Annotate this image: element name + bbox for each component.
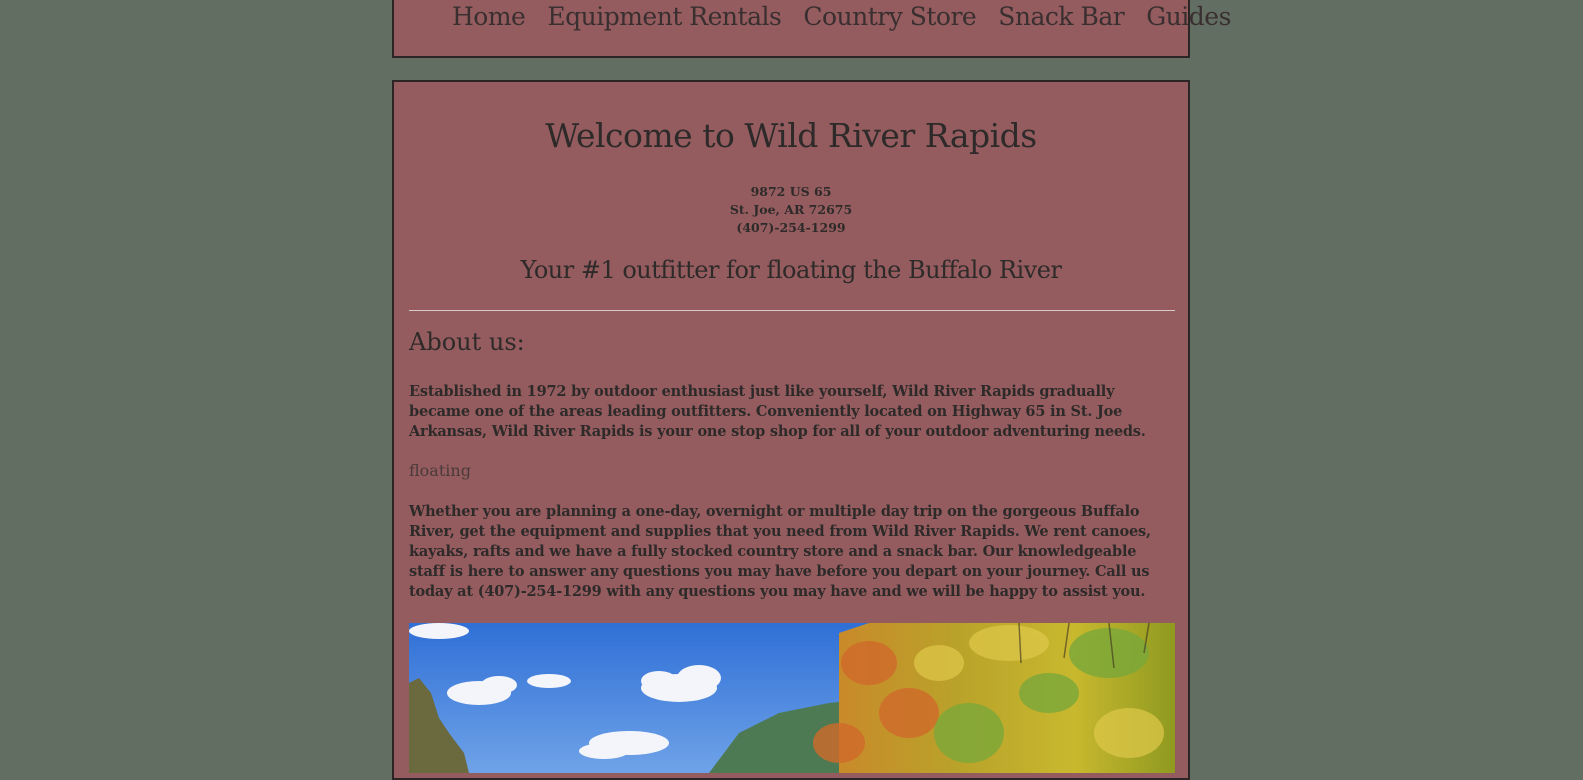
main-content-panel: Welcome to Wild River Rapids 9872 US 65 …: [392, 80, 1190, 780]
page-title: Welcome to Wild River Rapids: [545, 116, 1037, 155]
river-landscape-photo: [409, 623, 1175, 773]
nav-menu: Home Equipment Rentals Country Store Sna…: [452, 0, 1253, 34]
address-city: St. Joe, AR 72675: [729, 202, 853, 217]
top-navigation: Home Equipment Rentals Country Store Sna…: [392, 0, 1231, 58]
about-heading: About us:: [409, 328, 525, 356]
section-divider: [409, 310, 1175, 311]
contact-address: 9872 US 65 St. Joe, AR 72675 (407)-254-1…: [394, 183, 1188, 237]
about-paragraph-1: Established in 1972 by outdoor enthusias…: [409, 383, 1146, 440]
tagline: Your #1 outfitter for floating the Buffa…: [520, 256, 1062, 284]
nav-link-guides[interactable]: Guides: [1146, 0, 1231, 34]
broken-image-alt-text: floating: [409, 461, 471, 480]
landscape-illustration: [409, 623, 1175, 773]
address-street: 9872 US 65: [750, 184, 832, 199]
nav-link-home[interactable]: Home: [452, 0, 526, 34]
address-phone: (407)-254-1299: [736, 220, 846, 235]
nav-link-snack-bar[interactable]: Snack Bar: [998, 0, 1124, 34]
nav-link-equipment-rentals[interactable]: Equipment Rentals: [547, 0, 781, 34]
about-paragraph-2: Whether you are planning a one-day, over…: [409, 503, 1151, 600]
nav-link-country-store[interactable]: Country Store: [803, 0, 976, 34]
